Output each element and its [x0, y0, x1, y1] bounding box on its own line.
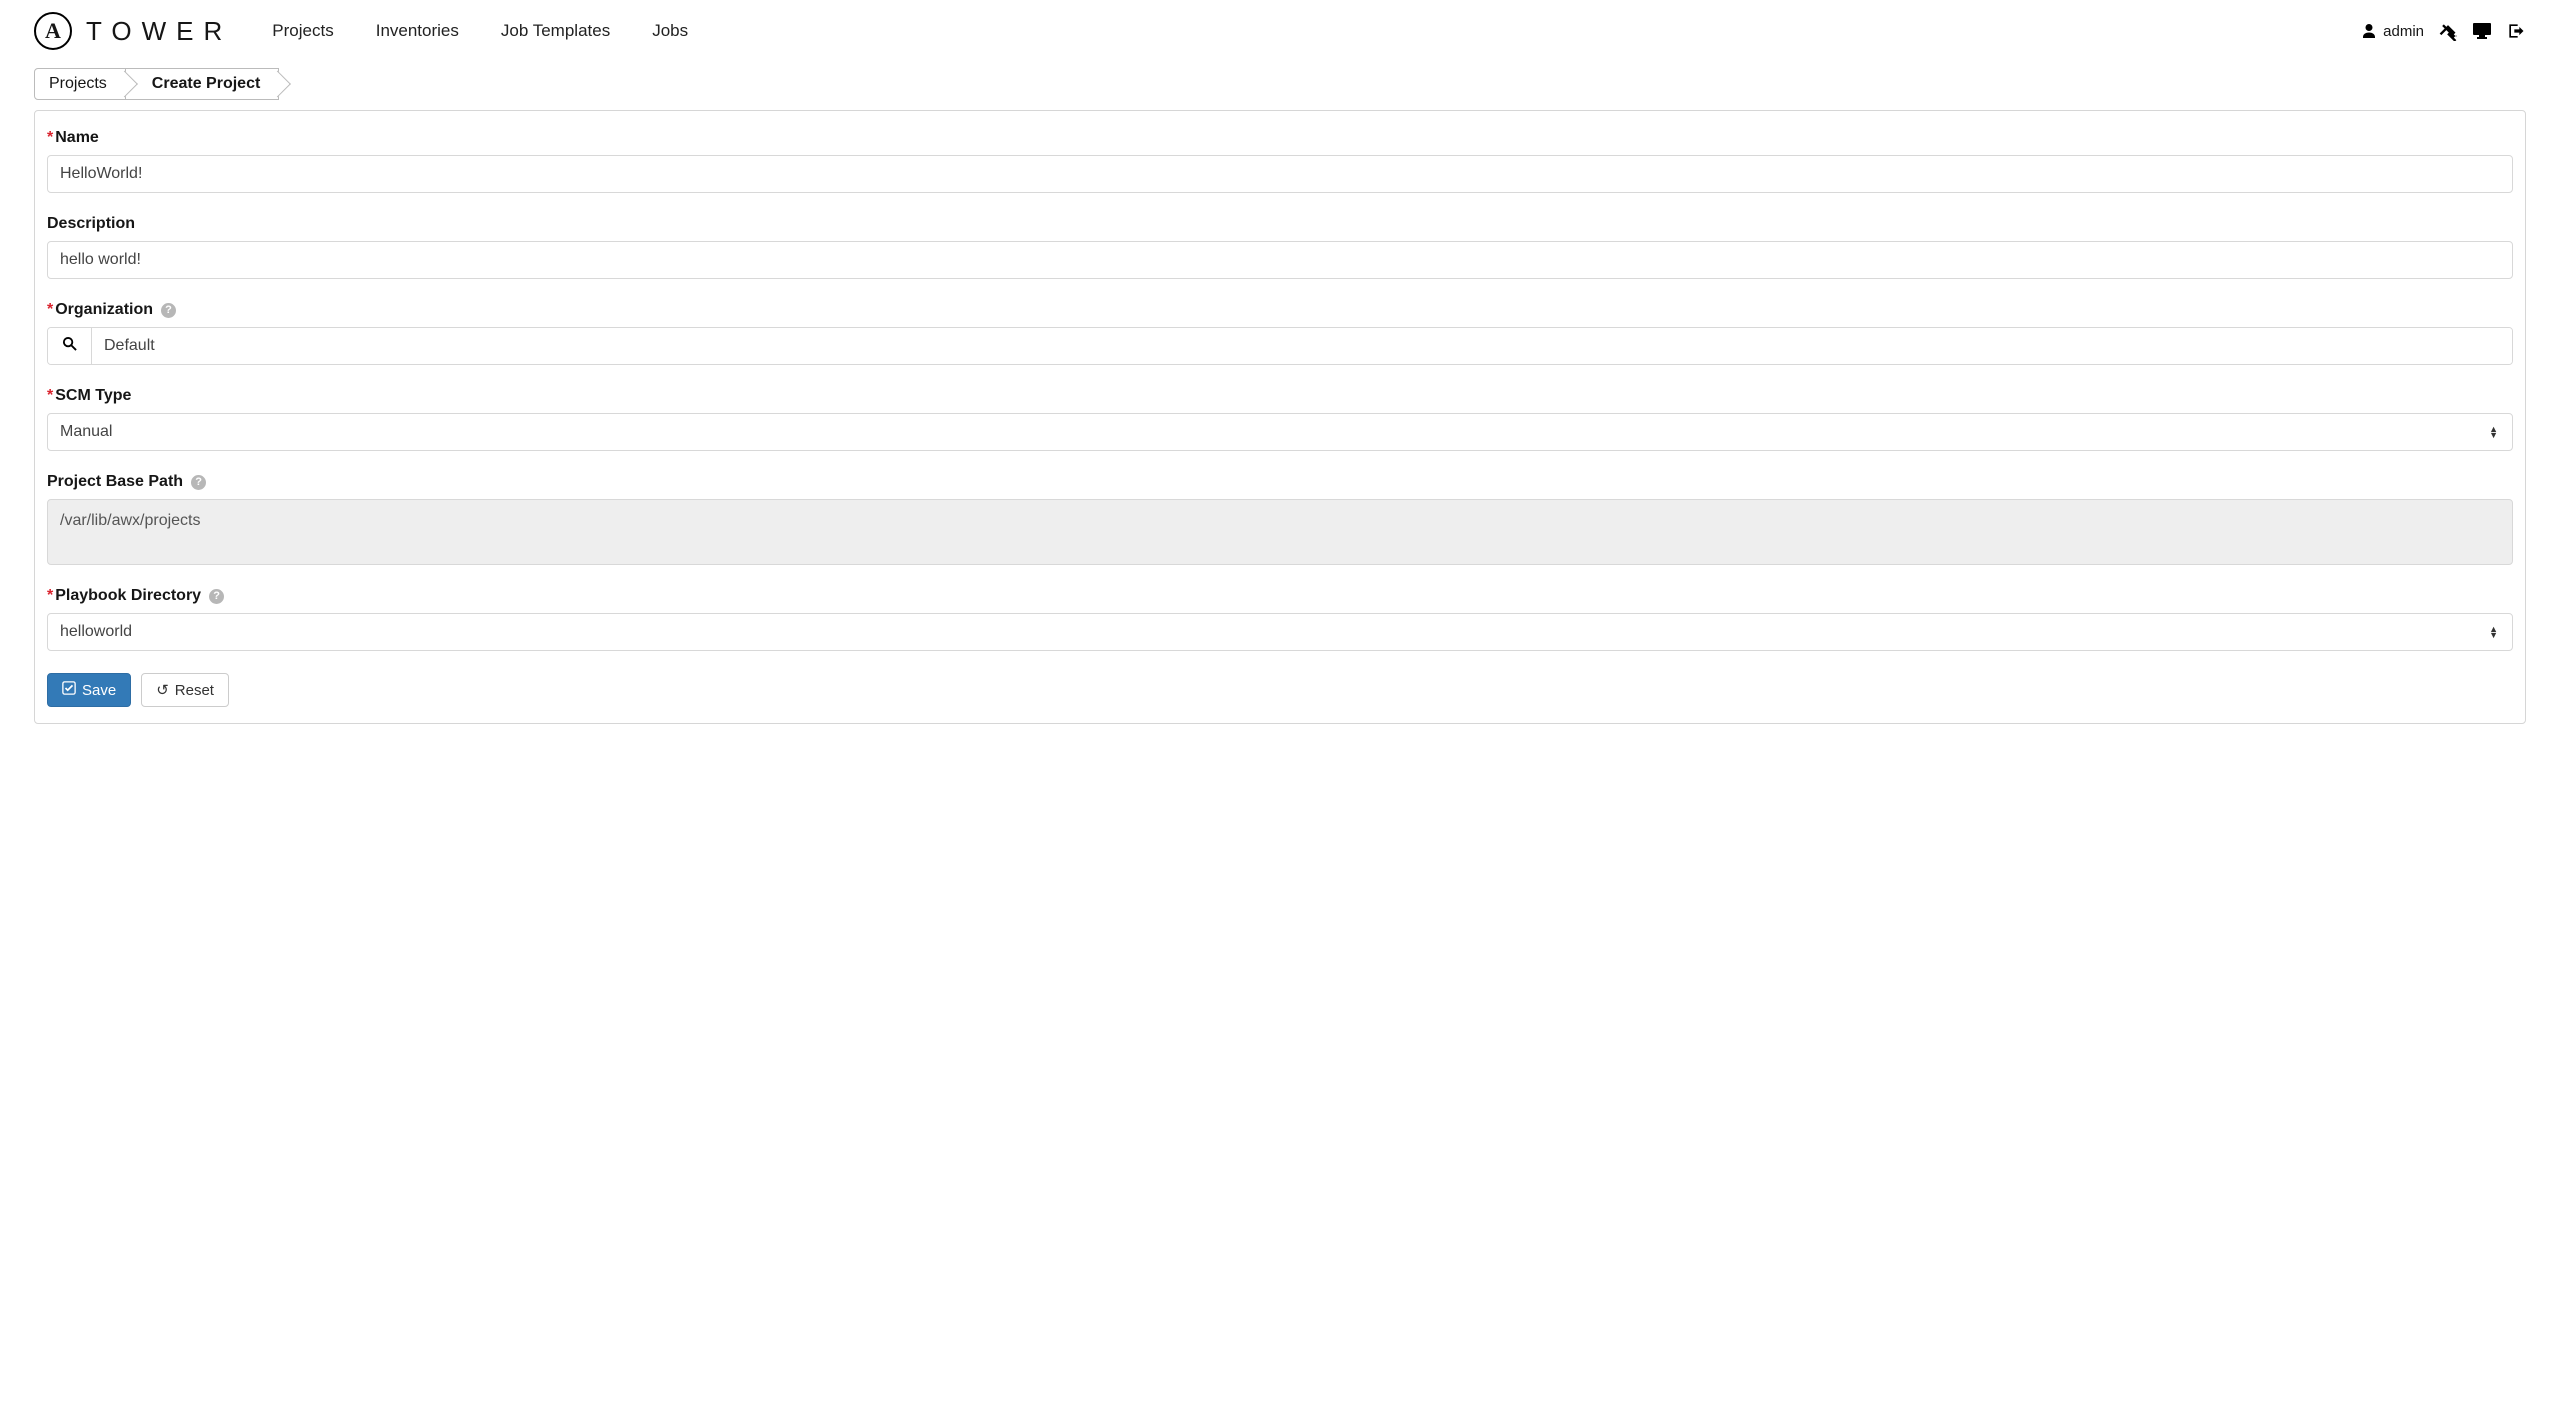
organization-search-button[interactable] — [48, 328, 92, 364]
field-scm-type: *SCM Type Manual ▲▼ — [47, 387, 2513, 451]
check-icon — [62, 681, 76, 699]
nav-link-projects[interactable]: Projects — [272, 21, 333, 41]
save-button[interactable]: Save — [47, 673, 131, 707]
select-caret-icon: ▲▼ — [2489, 426, 2498, 438]
breadcrumb-create-project[interactable]: Create Project — [126, 68, 280, 100]
breadcrumb-label: Projects — [49, 75, 107, 92]
setup-icon[interactable] — [2438, 21, 2458, 41]
description-input[interactable] — [47, 241, 2513, 279]
field-description: Description — [47, 215, 2513, 279]
help-icon[interactable]: ? — [209, 589, 224, 604]
nav-link-job-templates[interactable]: Job Templates — [501, 21, 610, 41]
label-name: Name — [55, 129, 99, 146]
breadcrumb: Projects Create Project — [0, 68, 2560, 110]
field-playbook-dir: *Playbook Directory ? helloworld ▲▼ — [47, 587, 2513, 651]
organization-input[interactable] — [92, 328, 2512, 364]
brand-logo-icon: A — [34, 12, 72, 50]
required-asterisk: * — [47, 587, 53, 604]
reset-label: Reset — [175, 682, 214, 699]
search-icon — [62, 336, 77, 356]
undo-icon: ↺ — [156, 681, 169, 699]
reset-button[interactable]: ↺ Reset — [141, 673, 229, 707]
required-asterisk: * — [47, 387, 53, 404]
label-base-path: Project Base Path — [47, 473, 183, 491]
nav-link-inventories[interactable]: Inventories — [376, 21, 459, 41]
base-path-readonly: /var/lib/awx/projects — [47, 499, 2513, 565]
user-name: admin — [2383, 23, 2424, 40]
breadcrumb-projects[interactable]: Projects — [34, 68, 126, 100]
nav-right: admin — [2361, 21, 2526, 41]
field-base-path: Project Base Path ? /var/lib/awx/project… — [47, 473, 2513, 565]
brand[interactable]: A TOWER — [34, 12, 232, 50]
brand-word: TOWER — [86, 16, 232, 47]
playbook-dir-select[interactable]: helloworld ▲▼ — [47, 613, 2513, 651]
field-organization: *Organization ? — [47, 301, 2513, 365]
logout-icon[interactable] — [2506, 21, 2526, 41]
playbook-dir-value: helloworld — [60, 623, 132, 641]
required-asterisk: * — [47, 301, 53, 318]
save-label: Save — [82, 682, 116, 699]
label-playbook-dir: Playbook Directory — [55, 587, 201, 604]
name-input[interactable] — [47, 155, 2513, 193]
user-icon — [2361, 23, 2377, 39]
field-name: *Name — [47, 129, 2513, 193]
help-icon[interactable]: ? — [161, 303, 176, 318]
portal-icon[interactable] — [2472, 22, 2492, 40]
help-icon[interactable]: ? — [191, 475, 206, 490]
nav-links: Projects Inventories Job Templates Jobs — [272, 21, 688, 41]
label-organization: Organization — [55, 301, 153, 318]
scm-type-select[interactable]: Manual ▲▼ — [47, 413, 2513, 451]
user-menu[interactable]: admin — [2361, 23, 2424, 40]
breadcrumb-label: Create Project — [152, 75, 261, 92]
organization-lookup — [47, 327, 2513, 365]
label-description: Description — [47, 215, 135, 233]
nav-link-jobs[interactable]: Jobs — [652, 21, 688, 41]
form-panel: *Name Description *Organization ? *SCM T… — [34, 110, 2526, 724]
label-scm-type: SCM Type — [55, 387, 131, 404]
scm-type-value: Manual — [60, 423, 112, 441]
select-caret-icon: ▲▼ — [2489, 626, 2498, 638]
top-nav: A TOWER Projects Inventories Job Templat… — [0, 0, 2560, 68]
form-actions: Save ↺ Reset — [47, 673, 2513, 707]
required-asterisk: * — [47, 129, 53, 146]
